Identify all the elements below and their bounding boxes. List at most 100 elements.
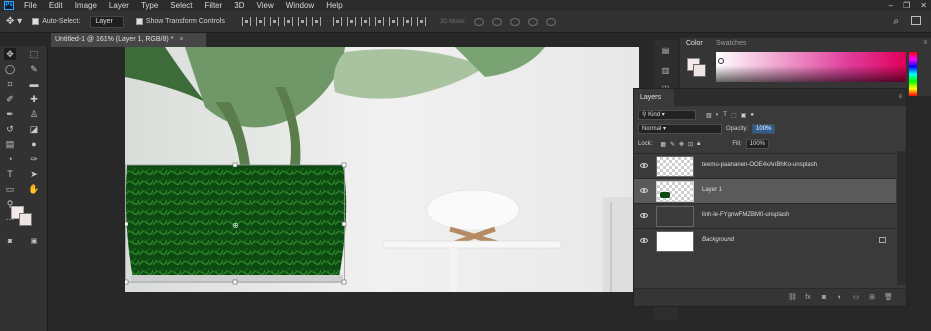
layer-filter-dropdown[interactable]: ⚲ Kind ▾ (638, 110, 696, 120)
auto-select-dropdown[interactable]: Layer (90, 15, 124, 28)
type-tool-icon[interactable]: T (4, 168, 16, 180)
filter-shape-icon[interactable]: ⬚ (731, 112, 737, 119)
mask-icon[interactable]: ◙ (820, 294, 828, 302)
marquee-tool-icon[interactable]: ⬚ (28, 48, 40, 60)
opacity-input[interactable]: 100% (752, 124, 776, 134)
transform-handle[interactable] (341, 279, 347, 285)
menu-edit[interactable]: Edit (49, 1, 63, 10)
color-picker-cursor[interactable] (718, 58, 724, 64)
eraser-tool-icon[interactable]: ◪ (28, 123, 40, 135)
align-hcenter-icon[interactable] (297, 17, 307, 26)
transform-handle[interactable] (125, 221, 129, 227)
crop-tool-icon[interactable]: ⌗ (4, 78, 16, 90)
tab-swatches[interactable]: Swatches (716, 40, 746, 47)
visibility-eye-icon[interactable] (640, 188, 648, 193)
menu-select[interactable]: Select (170, 1, 192, 10)
workspace-icon[interactable] (911, 16, 921, 25)
tab-color[interactable]: Color (686, 40, 703, 47)
lock-artboard-icon[interactable]: ⊡ (688, 141, 693, 148)
history-panel-icon[interactable]: ▤ (659, 46, 672, 56)
align-vcenter-icon[interactable] (255, 17, 265, 26)
tab-layers[interactable]: Layers (634, 89, 674, 106)
link-icon[interactable]: ⛓ (788, 294, 797, 302)
color-background-swatch[interactable] (693, 64, 706, 77)
lock-position-icon[interactable]: ✥ (679, 141, 684, 148)
menu-window[interactable]: Window (286, 1, 314, 10)
hue-slider[interactable] (909, 52, 917, 96)
fill-input[interactable]: 100% (745, 139, 770, 149)
stamp-tool-icon[interactable]: ♙ (28, 108, 40, 120)
3d-scale-icon[interactable] (545, 17, 556, 26)
document-tab[interactable]: Untitled-1 @ 161% (Layer 1, RGB/8) * × (51, 33, 206, 47)
layers-panel-menu-icon[interactable]: ≡ (898, 94, 902, 100)
menu-layer[interactable]: Layer (109, 1, 129, 10)
transform-handle[interactable] (125, 279, 129, 285)
visibility-eye-icon[interactable] (640, 213, 648, 218)
distribute-hcenter-icon[interactable] (388, 17, 398, 26)
move-tool-icon[interactable]: ✥ (4, 48, 16, 60)
panel-menu-icon[interactable]: ≡ (923, 40, 927, 46)
properties-panel-icon[interactable]: ▥ (659, 66, 672, 76)
3d-roll-icon[interactable] (491, 17, 502, 26)
menu-view[interactable]: View (257, 1, 274, 10)
dodge-tool-icon[interactable]: ◔ (4, 153, 16, 165)
distribute-right-icon[interactable] (402, 17, 412, 26)
history-brush-tool-icon[interactable]: ↺ (4, 123, 16, 135)
align-left-icon[interactable] (283, 17, 293, 26)
visibility-eye-icon[interactable] (640, 163, 648, 168)
menu-filter[interactable]: Filter (205, 1, 223, 10)
restore-button[interactable]: ❐ (903, 1, 910, 10)
quick-mask-icon[interactable]: ◙ (4, 236, 16, 248)
distribute-top-icon[interactable] (332, 17, 342, 26)
align-top-icon[interactable] (241, 17, 251, 26)
minimize-button[interactable]: – (889, 1, 893, 10)
blend-mode-dropdown[interactable]: Normal ▾ (638, 124, 722, 134)
auto-align-icon[interactable] (416, 17, 426, 26)
menu-help[interactable]: Help (326, 1, 342, 10)
path-select-tool-icon[interactable]: ➤ (28, 168, 40, 180)
rectangle-tool-icon[interactable]: ▭ (4, 183, 16, 195)
distribute-vcenter-icon[interactable] (346, 17, 356, 26)
screen-mode-icon[interactable]: ▣ (28, 236, 40, 248)
transform-handle[interactable] (341, 221, 347, 227)
distribute-left-icon[interactable] (374, 17, 384, 26)
transform-handle[interactable] (232, 279, 238, 285)
align-right-icon[interactable] (311, 17, 321, 26)
frame-tool-icon[interactable]: ▬ (28, 78, 40, 90)
group-icon[interactable]: ▭ (852, 294, 860, 302)
menu-3d[interactable]: 3D (234, 1, 244, 10)
close-window-button[interactable]: ✕ (920, 1, 927, 10)
gradient-tool-icon[interactable]: ▤ (4, 138, 16, 150)
filter-pixel-icon[interactable]: ▨ (706, 112, 712, 119)
new-layer-icon[interactable]: ⊞ (868, 294, 876, 302)
auto-select-checkbox[interactable] (32, 18, 40, 25)
filter-adjustment-icon[interactable]: ◐ (716, 112, 720, 118)
trash-icon[interactable]: 🗑︎ (884, 294, 893, 302)
layer-row[interactable]: Layer 1 (634, 178, 896, 203)
healing-tool-icon[interactable]: ✚ (28, 93, 40, 105)
close-document-icon[interactable]: × (179, 36, 183, 43)
hand-tool-icon[interactable]: ✋ (28, 183, 40, 195)
menu-image[interactable]: Image (75, 1, 97, 10)
layer-row[interactable]: Background (634, 228, 896, 253)
search-icon[interactable]: ⌕ (893, 16, 899, 27)
adjustment-icon[interactable]: ◐ (836, 294, 844, 302)
menu-type[interactable]: Type (141, 1, 158, 10)
pen-tool-icon[interactable]: ✑ (28, 153, 40, 165)
menu-file[interactable]: File (24, 1, 37, 10)
color-picker-field[interactable] (716, 52, 906, 82)
visibility-eye-icon[interactable] (640, 238, 648, 243)
layers-scrollbar[interactable] (897, 151, 906, 285)
lock-transparent-icon[interactable]: ▦ (660, 141, 666, 148)
eyedropper-tool-icon[interactable]: ✐ (4, 93, 16, 105)
transform-controls-checkbox[interactable] (135, 18, 143, 25)
lock-all-icon[interactable]: 🔒︎ (697, 141, 700, 148)
3d-orbit-icon[interactable] (473, 17, 484, 26)
background-color-swatch[interactable] (19, 213, 32, 226)
3d-slide-icon[interactable] (527, 17, 538, 26)
fx-icon[interactable]: fx (804, 294, 812, 302)
transform-handle[interactable] (341, 162, 347, 168)
filter-toggle-icon[interactable]: ● (750, 112, 754, 118)
blur-tool-icon[interactable]: ● (28, 138, 40, 150)
align-bottom-icon[interactable] (269, 17, 279, 26)
